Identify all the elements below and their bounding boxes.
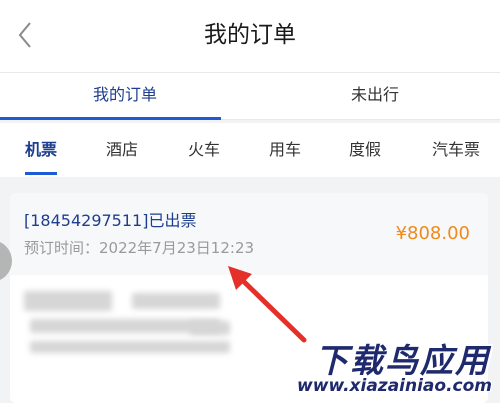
order-price: ¥808.00: [395, 223, 470, 244]
active-category-indicator: [25, 172, 57, 175]
watermark-url: www.xiazainiao.com: [297, 376, 492, 396]
tab-car-rental[interactable]: 用车: [261, 123, 309, 177]
watermark-title: 下载鸟应用: [315, 341, 490, 380]
tab-not-traveled-label: 未出行: [350, 85, 399, 104]
tab-my-orders-label: 我的订单: [92, 85, 157, 104]
watermark: 下载鸟应用 www.xiazainiao.com: [292, 328, 498, 403]
tab-flights[interactable]: 机票: [17, 123, 65, 177]
main-tab-bar: 我的订单 未出行: [0, 72, 500, 120]
tab-hotels[interactable]: 酒店: [98, 123, 146, 177]
category-tab-bar: 机票 酒店 火车 用车 度假 汽车票: [0, 123, 500, 177]
tab-bus-tickets[interactable]: 汽车票: [424, 123, 488, 177]
order-status: [18454297511]已出票: [24, 211, 197, 230]
active-tab-indicator: [0, 117, 221, 120]
top-app-bar: 我的订单: [0, 0, 500, 72]
blurred-text: [132, 293, 220, 309]
blurred-text: [30, 341, 230, 353]
tab-trains[interactable]: 火车: [180, 123, 228, 177]
tab-not-traveled[interactable]: 未出行: [250, 73, 500, 119]
tab-my-orders[interactable]: 我的订单: [0, 73, 250, 119]
page-title: 我的订单: [204, 22, 296, 48]
blurred-text: [24, 291, 112, 311]
tab-vacations[interactable]: 度假: [341, 123, 389, 177]
order-time: 预订时间：2022年7月23日12:23: [24, 239, 255, 257]
